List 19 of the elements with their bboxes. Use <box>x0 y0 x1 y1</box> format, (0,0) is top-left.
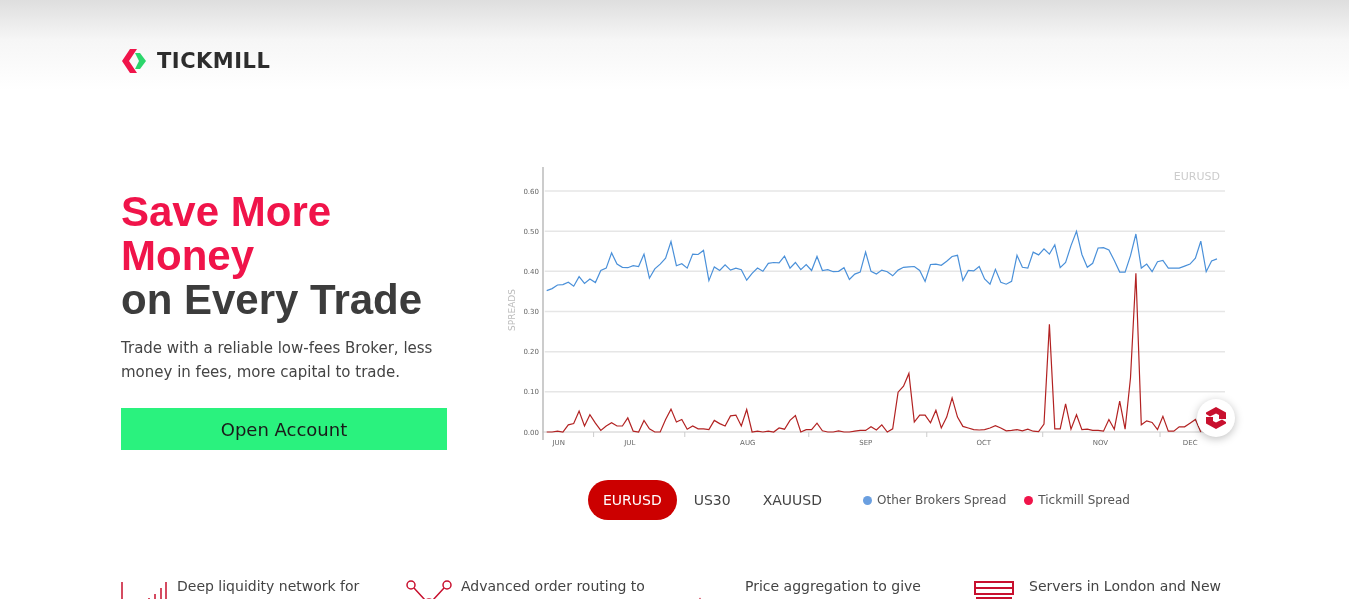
feature-text: Servers in London and New <box>1029 577 1221 596</box>
legend-label: Other Brokers Spread <box>877 493 1007 507</box>
logo-text: TICKMILL <box>157 49 271 73</box>
instrument-tab[interactable]: XAUUSD <box>747 480 838 520</box>
feature-text: Price aggregation to give <box>745 577 921 596</box>
y-axis-label: SPREADS <box>507 289 517 331</box>
logo-icon <box>1204 406 1228 430</box>
legend-label: Tickmill Spread <box>1038 493 1130 507</box>
headline-line: on Every Trade <box>121 278 424 322</box>
chat-bubble[interactable] <box>1197 399 1235 437</box>
headline-line: Save More <box>121 190 333 234</box>
instrument-tab[interactable]: US30 <box>678 480 746 520</box>
open-account-button[interactable]: Open Account <box>121 408 447 450</box>
instrument-tab[interactable]: EURUSD <box>588 480 677 520</box>
subtitle: Trade with a reliable low-fees Broker, less money in fees, more capital to trade. <box>121 338 434 383</box>
headline-line: Money <box>121 234 255 278</box>
feature-text: Advanced order routing to <box>461 577 645 596</box>
logo-icon <box>121 48 149 74</box>
feature-text: Deep liquidity network for <box>177 577 360 596</box>
